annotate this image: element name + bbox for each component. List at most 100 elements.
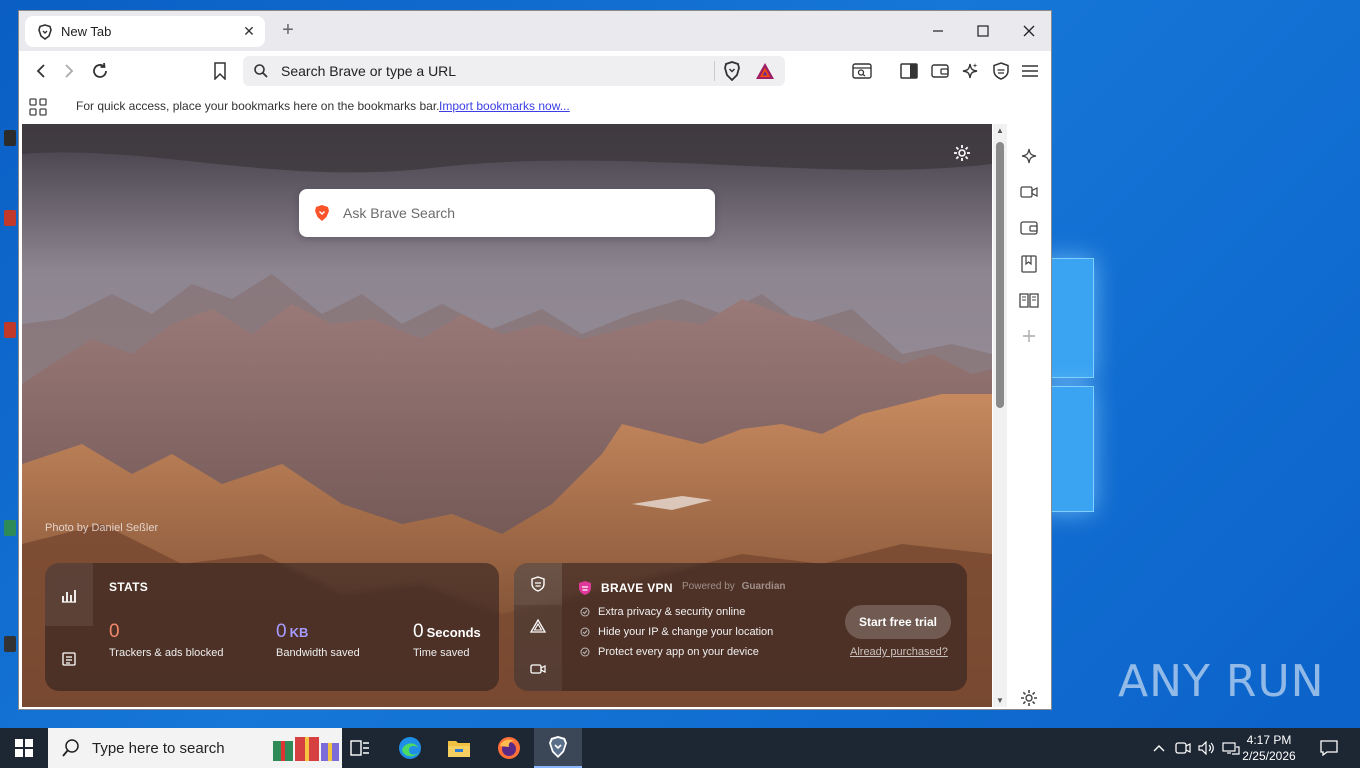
desktop-icon[interactable]: [4, 636, 16, 652]
bandwidth-label: Bandwidth saved: [276, 647, 360, 659]
brave-rewards-icon[interactable]: [755, 62, 775, 80]
sidebar-talk-button[interactable]: [1019, 182, 1039, 202]
bookmarks-icon: [1021, 255, 1037, 273]
rewards-tab[interactable]: [514, 605, 562, 647]
bookmarks-bar: For quick access, place your bookmarks h…: [19, 91, 1051, 123]
photo-credit[interactable]: Photo by Daniel Seßler: [45, 522, 158, 534]
task-view-button[interactable]: [336, 728, 384, 768]
leo-ai-button[interactable]: [958, 59, 982, 83]
desktop-icon[interactable]: [4, 520, 16, 536]
meet-now-button[interactable]: [1172, 728, 1194, 768]
notifications-button[interactable]: [1314, 728, 1344, 768]
back-button[interactable]: [29, 59, 53, 83]
search-placeholder: Ask Brave Search: [343, 205, 456, 221]
forward-button[interactable]: [57, 59, 81, 83]
navigation-toolbar: Search Brave or type a URL: [19, 51, 1051, 91]
edge-taskbar-button[interactable]: [386, 728, 434, 768]
stats-tab[interactable]: [45, 563, 93, 626]
close-tab-icon[interactable]: ✕: [241, 23, 257, 40]
video-camera-icon: [1020, 186, 1038, 198]
show-hidden-icons-button[interactable]: [1150, 728, 1168, 768]
wallet-button[interactable]: [928, 59, 952, 83]
reading-list-icon: [1019, 293, 1039, 308]
sidebar-icon: [900, 63, 918, 79]
time-value: 0: [413, 621, 424, 642]
sidebar-reading-list-button[interactable]: [1019, 290, 1039, 310]
brave-sidebar: [1009, 124, 1051, 707]
address-bar-text[interactable]: Search Brave or type a URL: [281, 63, 714, 79]
brave-taskbar-button[interactable]: [534, 728, 582, 768]
sidebar-add-button[interactable]: [1019, 326, 1039, 346]
tab-new-tab[interactable]: New Tab ✕: [25, 16, 265, 47]
taskbar-search-placeholder: Type here to search: [92, 739, 225, 757]
folder-icon: [448, 741, 470, 757]
edge-icon: [399, 737, 421, 759]
taskbar-search-box[interactable]: Type here to search: [48, 728, 342, 768]
minimize-button[interactable]: [915, 11, 961, 51]
sidebar-wallet-button[interactable]: [1019, 218, 1039, 238]
tab-search-icon: [852, 63, 872, 79]
import-bookmarks-link[interactable]: Import bookmarks now...: [439, 99, 570, 113]
minimize-icon: [933, 30, 943, 32]
network-button[interactable]: [1220, 728, 1242, 768]
brave-search-box[interactable]: Ask Brave Search: [299, 189, 715, 237]
news-icon: [62, 651, 76, 666]
already-purchased-link[interactable]: Already purchased?: [850, 646, 948, 658]
vpn-shield-icon: [993, 62, 1009, 80]
file-explorer-button[interactable]: [435, 728, 483, 768]
windows-logo-icon: [15, 739, 33, 757]
gifts-icon: [272, 737, 339, 761]
apps-grid-icon[interactable]: [29, 98, 47, 116]
reload-button[interactable]: [88, 59, 112, 83]
vpn-tab[interactable]: [514, 563, 562, 605]
bookmark-button[interactable]: [208, 59, 232, 83]
windows-taskbar: Type here to search 4:17 PM 2/25/2026: [0, 728, 1360, 768]
brave-shields-icon[interactable]: [723, 61, 741, 81]
notification-icon: [1320, 740, 1338, 756]
sidebar-settings-button[interactable]: [1019, 688, 1039, 708]
vpn-shield-icon: [531, 576, 545, 592]
talk-tab[interactable]: [514, 647, 562, 691]
new-tab-page: Ask Brave Search Photo by Daniel Seßler …: [22, 124, 992, 707]
page-scrollbar[interactable]: ▲ ▼: [993, 124, 1007, 707]
vpn-title: BRAVE VPN: [578, 580, 673, 596]
network-icon: [1222, 742, 1240, 755]
tab-title: New Tab: [61, 24, 112, 39]
start-button[interactable]: [0, 728, 48, 768]
anyrun-watermark: ANY RUN: [1118, 656, 1325, 707]
guardian-logo-text: Guardian: [741, 581, 786, 592]
powered-by-text: Powered by: [682, 581, 735, 592]
news-tab[interactable]: [45, 626, 93, 691]
firefox-taskbar-button[interactable]: [485, 728, 533, 768]
divider: [714, 61, 715, 81]
customize-gear-icon[interactable]: [953, 144, 971, 162]
search-tab-button[interactable]: [850, 59, 874, 83]
vpn-feature-text: Protect every app on your device: [598, 646, 759, 658]
gear-icon: [1021, 690, 1037, 706]
desktop-icon[interactable]: [4, 322, 16, 338]
vpn-shield-icon: [579, 581, 591, 595]
scroll-down-arrow-icon[interactable]: ▼: [995, 696, 1005, 705]
vpn-button[interactable]: [989, 59, 1013, 83]
scroll-up-arrow-icon[interactable]: ▲: [995, 126, 1005, 135]
maximize-button[interactable]: [960, 11, 1006, 51]
trackers-value: 0: [109, 621, 120, 642]
taskbar-clock[interactable]: 4:17 PM 2/25/2026: [1240, 732, 1298, 764]
sidebar-leo-button[interactable]: [1019, 146, 1039, 166]
main-menu-button[interactable]: [1018, 59, 1042, 83]
start-free-trial-button[interactable]: Start free trial: [845, 605, 951, 639]
sidebar-toggle-button[interactable]: [897, 59, 921, 83]
address-bar[interactable]: Search Brave or type a URL: [243, 56, 785, 86]
close-window-button[interactable]: [1006, 11, 1051, 51]
vpn-feature-text: Extra privacy & security online: [598, 606, 746, 618]
desktop-icon[interactable]: [4, 130, 16, 146]
sidebar-bookmarks-button[interactable]: [1019, 254, 1039, 274]
scrollbar-thumb[interactable]: [996, 142, 1004, 408]
brave-lion-icon: [38, 23, 52, 40]
video-camera-icon: [530, 664, 546, 674]
new-tab-button[interactable]: +: [277, 19, 299, 41]
brave-lion-icon: [315, 205, 329, 221]
vpn-feature: Extra privacy & security online: [580, 606, 745, 618]
desktop-icon[interactable]: [4, 210, 16, 226]
volume-button[interactable]: [1196, 728, 1218, 768]
